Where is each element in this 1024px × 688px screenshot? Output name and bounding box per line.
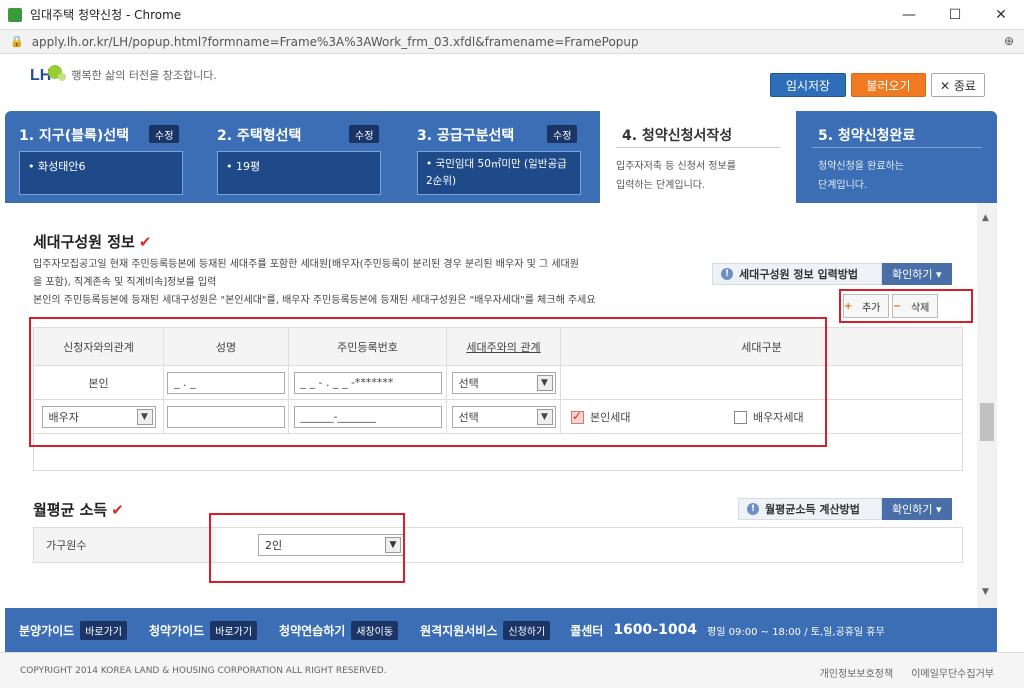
step-divider: [616, 147, 780, 148]
check-icon: ✔: [138, 233, 152, 251]
address-bar: 🔒 apply.lh.or.kr/LH/popup.html?formname=…: [0, 30, 1024, 54]
step-title: 4. 청약신청서작성: [622, 128, 733, 144]
info-icon: !: [747, 503, 759, 515]
footer-links: 개인정보보호정책 이메일무단수집거부: [820, 665, 994, 680]
scroll-down-icon[interactable]: ▼: [982, 587, 989, 597]
lock-icon: 🔒: [10, 35, 24, 48]
copyright-bar: COPYRIGHT 2014 KOREA LAND & HOUSING CORP…: [0, 652, 1024, 688]
window-title: 임대주택 청약신청 - Chrome: [30, 8, 182, 22]
highlight-box-table: [29, 317, 827, 447]
highlight-box-income: [209, 513, 405, 583]
step-value: • 화성태안6: [19, 151, 183, 195]
privacy-policy-link[interactable]: 개인정보보호정책: [820, 665, 894, 680]
load-button[interactable]: 불러오기: [851, 73, 926, 97]
logo-dot-small: [58, 73, 66, 81]
step-desc: 입주자저축 등 신청서 정보를 입력하는 단계입니다.: [616, 161, 736, 191]
step-4-current: 4. 청약신청서작성 입주자저축 등 신청서 정보를 입력하는 단계입니다.: [600, 111, 796, 213]
call-center-hours: 평일 09:00 ~ 18:00 / 토,일,공휴일 휴무: [707, 626, 885, 638]
step-2: 2. 주택형선택 수정 • 19평: [203, 111, 399, 203]
household-note-2: 을 포함), 직계존속 및 직계비속]정보를 입력: [33, 277, 217, 288]
step-modify-button[interactable]: 수정: [349, 125, 380, 143]
step-title: 1. 지구(블록)선택: [19, 128, 130, 144]
footer-nav-item: 원격지원서비스 신청하기: [420, 620, 551, 640]
step-title: 5. 청약신청완료: [818, 128, 916, 144]
step-title: 2. 주택형선택: [217, 128, 302, 144]
income-guide-button[interactable]: ! 월평균소득 계산방법: [738, 498, 882, 520]
income-section-title: 월평균 소득 ✔: [33, 501, 124, 519]
copyright-text: COPYRIGHT 2014 KOREA LAND & HOUSING CORP…: [20, 666, 387, 676]
household-confirm-button[interactable]: 확인하기 ▾: [882, 263, 952, 285]
step-title: 3. 공급구분선택: [417, 128, 515, 144]
step-5: 5. 청약신청완료 청약신청을 완료하는 단계입니다.: [798, 111, 997, 203]
scroll-up-icon[interactable]: ▲: [982, 213, 989, 223]
step-modify-button[interactable]: 수정: [149, 125, 180, 143]
form-content: 세대구성원 정보 ✔ 입주자모집공고일 현재 주민등록등본에 등재된 세대주를 포…: [5, 203, 977, 608]
highlight-box-addrm: [839, 289, 973, 323]
window-titlebar: 임대주택 청약신청 - Chrome — ☐ ✕: [0, 0, 1024, 30]
household-note-3: 본인의 주민등록등본에 등재된 세대구성원은 "본인세대"를, 배우자 주민등록…: [33, 295, 596, 306]
step-desc: 청약신청을 완료하는 단계입니다.: [818, 161, 904, 191]
app-icon: [8, 7, 22, 22]
minimize-button[interactable]: —: [886, 0, 932, 30]
maximize-button[interactable]: ☐: [932, 0, 978, 30]
check-icon: ✔: [111, 501, 124, 519]
step-bar: 1. 지구(블록)선택 수정 • 화성태안6 2. 주택형선택 수정 • 19평…: [5, 111, 997, 213]
step-value: • 19평: [217, 151, 381, 195]
footer-nav-item: 청약가이드 바로가기: [149, 620, 258, 640]
call-center-label: 콜센터: [570, 623, 604, 638]
footer-go-button[interactable]: 새창이동: [351, 620, 399, 640]
step-value: • 국민임대 50㎡미만 (일반공급 2순위): [417, 151, 581, 195]
footer-nav-item: 분양가이드 바로가기: [19, 620, 128, 640]
step-3: 3. 공급구분선택 수정 • 국민임대 50㎡미만 (일반공급 2순위): [403, 111, 598, 203]
footer-nav: 분양가이드 바로가기 청약가이드 바로가기 청약연습하기 새창이동 원격지원서비스 신청…: [5, 608, 997, 652]
footer-go-button[interactable]: 바로가기: [80, 620, 128, 640]
income-table: 가구원수 2인 ▼: [33, 527, 963, 563]
income-confirm-button[interactable]: 확인하기 ▾: [882, 498, 952, 520]
url-text[interactable]: apply.lh.or.kr/LH/popup.html?formname=Fr…: [32, 35, 639, 49]
step-divider: [812, 147, 982, 148]
household-note-1: 입주자모집공고일 현재 주민등록등본에 등재된 세대주를 포함한 세대원[배우자…: [33, 259, 579, 270]
footer-nav-item: 청약연습하기 새창이동: [279, 620, 399, 640]
household-section-title: 세대구성원 정보 ✔: [33, 233, 152, 251]
info-icon: !: [721, 268, 733, 280]
household-size-label: 가구원수: [34, 528, 216, 562]
window-controls: — ☐ ✕: [886, 0, 1024, 30]
footer-go-button[interactable]: 바로가기: [210, 620, 258, 640]
page-header: LH 행복한 삶의 터전을 창조합니다. 임시저장 불러오기 ✕ 종료: [0, 55, 1024, 111]
email-refusal-link[interactable]: 이메일무단수집거부: [911, 665, 994, 680]
exit-button[interactable]: ✕ 종료: [931, 73, 985, 97]
save-temp-button[interactable]: 임시저장: [770, 73, 846, 97]
call-center-number: 1600-1004: [613, 622, 698, 638]
step-1: 1. 지구(블록)선택 수정 • 화성태안6: [5, 111, 201, 203]
scroll-thumb[interactable]: [980, 403, 994, 441]
footer-go-button[interactable]: 신청하기: [503, 620, 551, 640]
lh-logo: LH 행복한 삶의 터전을 창조합니다.: [30, 65, 217, 85]
close-window-button[interactable]: ✕: [978, 0, 1024, 30]
zoom-icon[interactable]: ⊕: [1004, 34, 1014, 48]
step-modify-button[interactable]: 수정: [547, 125, 578, 143]
slogan: 행복한 삶의 터전을 창조합니다.: [71, 69, 217, 82]
scrollbar[interactable]: ▲ ▼: [977, 203, 997, 608]
household-guide-button[interactable]: ! 세대구성원 정보 입력방법: [712, 263, 882, 285]
